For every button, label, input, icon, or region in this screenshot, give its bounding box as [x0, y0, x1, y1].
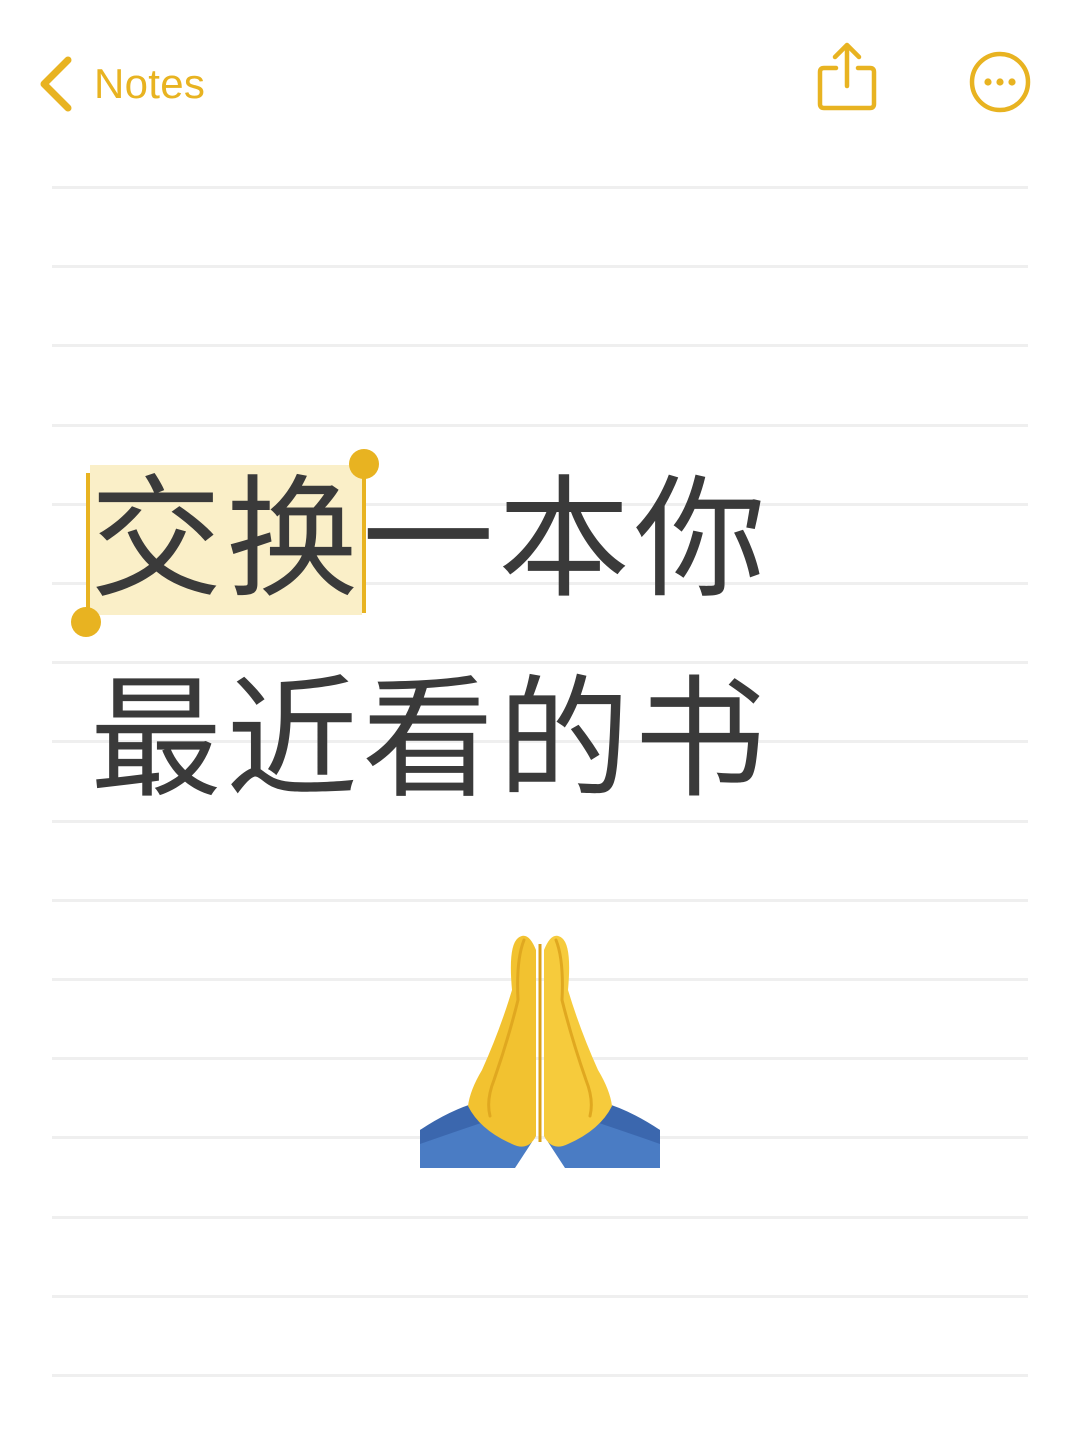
selection-end-caret	[362, 473, 366, 613]
selection-end-handle[interactable]	[349, 449, 379, 479]
note-line-1-rest: 一本你	[362, 463, 770, 617]
selection-start-handle[interactable]	[71, 607, 101, 637]
ruled-line	[52, 1374, 1028, 1377]
ruled-line	[52, 344, 1028, 347]
note-line-2[interactable]: 最近看的书	[90, 655, 990, 855]
ruled-line	[52, 424, 1028, 427]
text-selection[interactable]: 交换	[71, 449, 379, 637]
ruled-line	[52, 265, 1028, 268]
selected-text: 交换	[90, 463, 362, 617]
ruled-line	[52, 899, 1028, 902]
note-text-area[interactable]: 交换 一本你 最近看的书	[71, 449, 990, 855]
ruled-line	[52, 1216, 1028, 1219]
folded-hands-icon	[420, 935, 660, 1168]
selection-start-caret	[86, 473, 90, 613]
ruled-line	[52, 186, 1028, 189]
note-line-1[interactable]: 交换 一本你	[71, 449, 990, 655]
ruled-line	[52, 1295, 1028, 1298]
